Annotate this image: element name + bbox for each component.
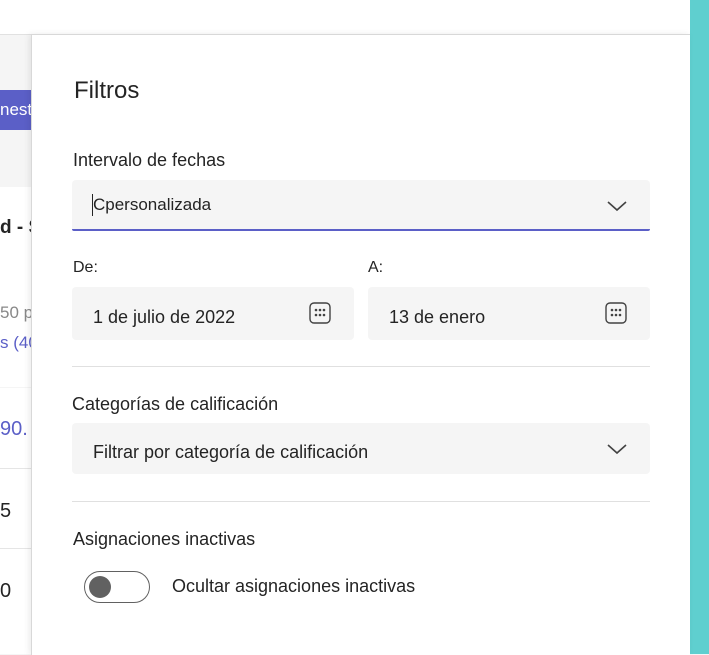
date-range-label: Intervalo de fechas xyxy=(73,150,226,170)
background-tab-pill[interactable]: nest xyxy=(0,90,32,130)
to-label: A: xyxy=(368,259,384,276)
to-date-value: 13 de enero xyxy=(389,307,486,327)
section-divider xyxy=(72,501,650,502)
filters-panel: Filtros Intervalo de fechas Cpersonaliza… xyxy=(31,34,690,655)
grading-category-placeholder: Filtrar por categoría de calificación xyxy=(93,442,369,462)
section-divider xyxy=(72,366,650,367)
calendar-icon[interactable] xyxy=(308,301,332,325)
teal-side-strip xyxy=(690,0,709,654)
chevron-down-icon xyxy=(607,444,627,455)
background-card-line2[interactable]: s (40 xyxy=(0,333,32,353)
background-row-divider xyxy=(0,468,32,469)
from-date-value: 1 de julio de 2022 xyxy=(93,307,236,327)
to-date-field[interactable]: 13 de enero xyxy=(368,287,650,340)
background-card-line1: 50 p xyxy=(0,303,32,322)
panel-title: Filtros xyxy=(74,77,140,104)
background-content: nest d - S 50 p s (40 90. 5 0 xyxy=(0,35,32,654)
background-row-1: 5 xyxy=(0,500,12,522)
grading-categories-label: Categorías de calificación xyxy=(72,394,279,414)
chevron-down-icon xyxy=(607,201,627,212)
calendar-icon[interactable] xyxy=(604,301,628,325)
date-range-value: Cpersonalizada xyxy=(93,195,212,214)
hide-inactive-toggle[interactable] xyxy=(84,571,150,603)
hide-inactive-toggle-label[interactable]: Ocultar asignaciones inactivas xyxy=(172,576,415,597)
background-rows: 90. 5 0 xyxy=(0,388,32,654)
date-range-dropdown[interactable]: Cpersonalizada xyxy=(72,180,650,231)
background-tab-label: nest xyxy=(0,100,32,119)
background-score[interactable]: 90. xyxy=(0,418,32,441)
grading-category-dropdown[interactable]: Filtrar por categoría de calificación xyxy=(72,423,650,474)
background-card: d - S 50 p s (40 xyxy=(0,187,32,387)
inactive-assignments-label: Asignaciones inactivas xyxy=(73,529,256,549)
toggle-knob xyxy=(89,576,111,598)
background-card-title: d - S xyxy=(0,217,32,238)
from-label: De: xyxy=(73,259,98,276)
background-row-divider xyxy=(0,548,32,549)
app-top-bar xyxy=(0,0,690,35)
from-date-field[interactable]: 1 de julio de 2022 xyxy=(72,287,354,340)
background-row-2: 0 xyxy=(0,580,12,602)
